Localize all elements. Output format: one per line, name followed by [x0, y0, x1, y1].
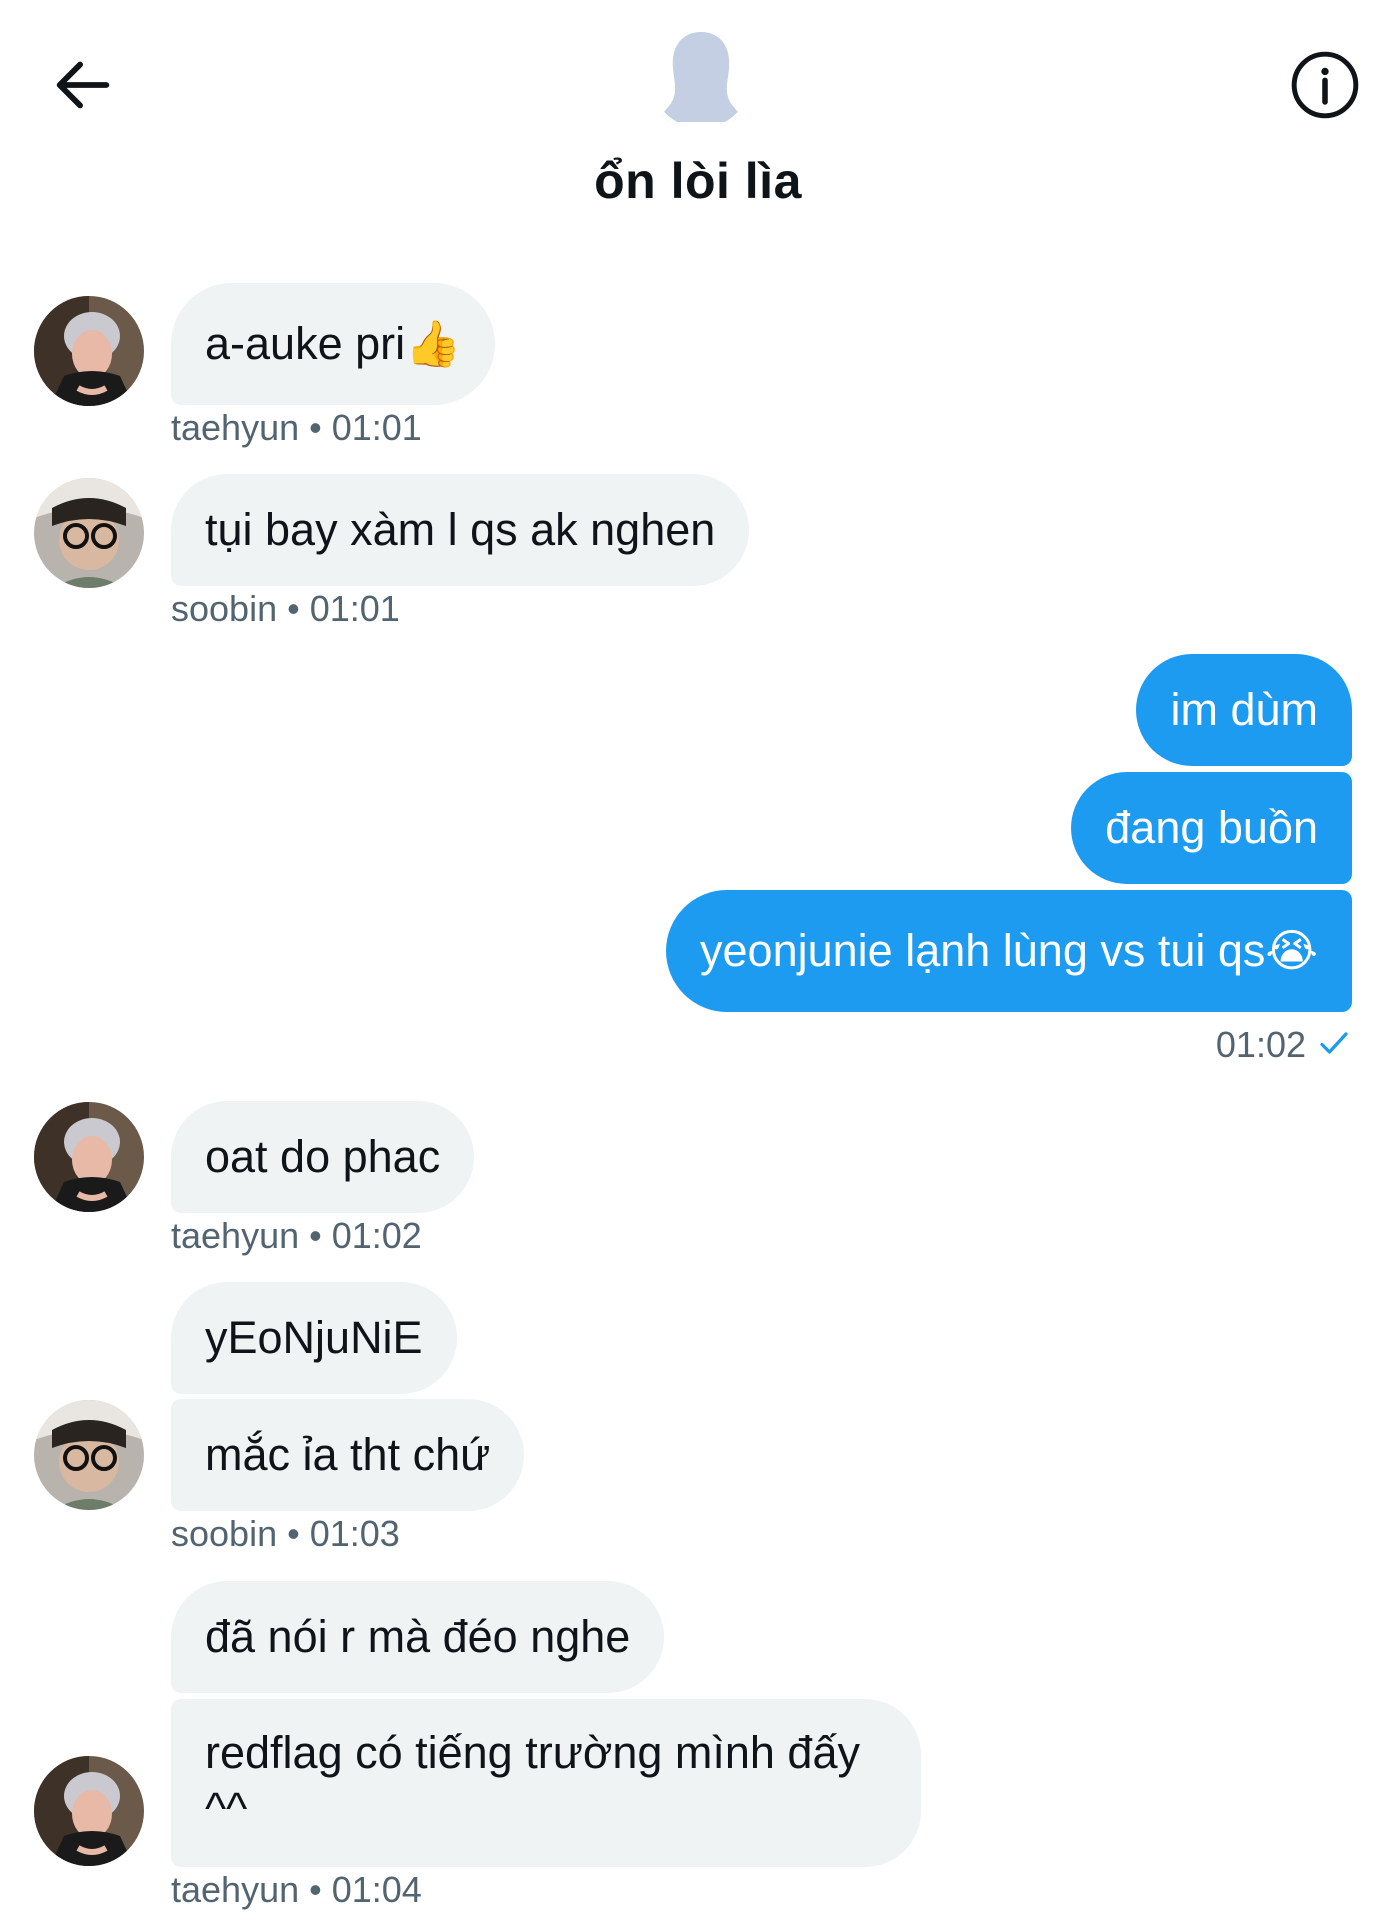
message-meta: taehyun • 01:02 [171, 1215, 422, 1256]
back-button[interactable] [38, 40, 128, 130]
user-photo-icon [34, 296, 144, 406]
message-bubble[interactable]: oat do phac [171, 1101, 475, 1213]
message-bubble[interactable]: a-auke pri👍 [171, 283, 496, 405]
user-photo-icon [34, 1400, 144, 1510]
message-bubble[interactable]: redflag có tiếng trường mình đấy ^^ [171, 1699, 921, 1867]
message-meta: soobin • 01:01 [171, 588, 400, 629]
check-icon [1320, 1032, 1348, 1054]
message-bubble-outgoing[interactable]: im dùm [1136, 654, 1352, 766]
message-bubble[interactable]: tụi bay xàm l qs ak nghen [171, 474, 750, 586]
avatar-taehyun[interactable] [34, 296, 144, 406]
message-meta: taehyun • 01:04 [171, 1869, 422, 1910]
message-time: 01:02 [1215, 1024, 1306, 1065]
message-meta: soobin • 01:03 [171, 1513, 400, 1554]
avatar-soobin[interactable] [34, 1400, 144, 1510]
conversation-title: ổn lòi lìa [594, 153, 802, 209]
message-bubble[interactable]: đã nói r mà đéo nghe [171, 1581, 665, 1693]
message-meta-outgoing: 01:02 [1216, 1024, 1352, 1066]
user-photo-icon [34, 1756, 144, 1866]
avatar-taehyun[interactable] [34, 1756, 144, 1866]
default-person-avatar-icon [647, 24, 755, 132]
group-avatar[interactable] [647, 24, 755, 132]
info-circle-icon [1291, 51, 1359, 119]
conversation-info-button[interactable] [1280, 40, 1370, 130]
user-photo-icon [34, 1102, 144, 1212]
message-bubble-outgoing[interactable]: yeonjunie lạnh lùng vs tui qs😭 [666, 890, 1352, 1012]
message-bubble[interactable]: mắc ỉa tht chứ [171, 1399, 525, 1511]
avatar-taehyun[interactable] [34, 1102, 144, 1212]
message-bubble[interactable]: yEoNjuNiE [171, 1282, 457, 1394]
dm-conversation-screen: ổn lòi lìa a-auke pri👍 taehyun • 01:01 t… [0, 0, 1396, 1920]
arrow-left-icon [56, 61, 110, 109]
user-photo-icon [34, 478, 144, 588]
message-bubble-outgoing[interactable]: đang buồn [1071, 772, 1352, 884]
message-meta: taehyun • 01:01 [171, 407, 422, 448]
avatar-soobin[interactable] [34, 478, 144, 588]
